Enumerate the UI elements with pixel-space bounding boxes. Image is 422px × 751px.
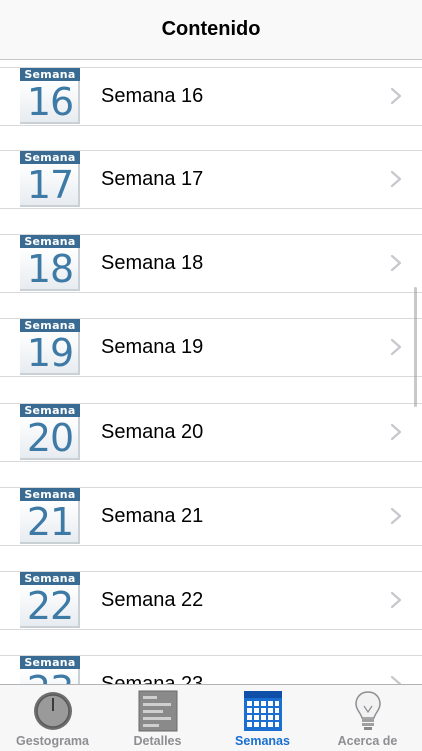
list-item-label: Semana 17 [101,168,204,190]
tab-detalles[interactable]: Detalles [105,685,210,751]
chevron-right-icon [390,675,402,684]
calendar-icon: Semana 20 [20,404,80,460]
tab-label: Semanas [235,734,290,748]
tab-label: Detalles [133,734,182,748]
calendar-icon: Semana 22 [20,572,80,628]
tab-label: Gestograma [16,734,89,748]
list-item-week-16[interactable]: Semana 16 Semana 16 [0,67,422,126]
list-item-label: Semana 21 [101,505,204,527]
list-item-label: Semana 18 [101,252,204,274]
chevron-right-icon [390,254,402,272]
calendar-icon: Semana 16 [20,68,80,124]
list-item-label: Semana 22 [101,589,204,611]
chevron-right-icon [390,591,402,609]
navigation-bar: Contenido [0,0,422,60]
calendar-number: 16 [20,81,80,124]
clock-icon [33,692,72,730]
list-item-label: Semana 20 [101,421,204,443]
chevron-right-icon [390,338,402,356]
tab-label: Acerca de [337,734,398,748]
list-item-week-20[interactable]: Semana 20 Semana 20 [0,403,422,462]
calendar-number: 22 [20,585,80,628]
list-item-week-19[interactable]: Semana 19 Semana 19 [0,318,422,377]
calendar-number: 19 [20,332,80,375]
calendar-number: 17 [20,164,80,207]
calendar-number: 18 [20,248,80,291]
list-item-label: Semana 19 [101,336,204,358]
list-item-week-23[interactable]: Semana 23 Semana 23 [0,655,422,684]
chevron-right-icon [390,423,402,441]
list-item-label: Semana 16 [101,85,204,107]
chevron-right-icon [390,87,402,105]
calendar-icon: Semana 21 [20,488,80,544]
page-title: Contenido [161,18,261,40]
calendar-grid-icon [243,691,282,731]
list-item-week-17[interactable]: Semana 17 Semana 17 [0,150,422,209]
list-item-week-21[interactable]: Semana 21 Semana 21 [0,487,422,546]
calendar-icon: Semana 18 [20,235,80,291]
list-item-week-18[interactable]: Semana 18 Semana 18 [0,234,422,293]
list-item-week-22[interactable]: Semana 22 Semana 22 [0,571,422,630]
weeks-list[interactable]: Semana 16 Semana 16 Semana 17 Semana 17 … [0,60,422,684]
lightbulb-icon [354,691,381,730]
tab-bar: Gestograma Detalles Semanas Acerca de [0,684,422,751]
calendar-number: 20 [20,417,80,460]
calendar-number: 23 [20,669,80,684]
tab-acerca-de[interactable]: Acerca de [315,685,420,751]
details-list-icon [138,690,177,732]
calendar-icon: Semana 19 [20,319,80,375]
tab-semanas[interactable]: Semanas [210,685,315,751]
list-item-label: Semana 23 [101,673,204,684]
calendar-icon: Semana 23 [20,656,80,684]
tab-gestograma[interactable]: Gestograma [0,685,105,751]
chevron-right-icon [390,507,402,525]
scroll-indicator[interactable] [414,287,417,407]
calendar-icon: Semana 17 [20,151,80,207]
chevron-right-icon [390,170,402,188]
calendar-number: 21 [20,501,80,544]
